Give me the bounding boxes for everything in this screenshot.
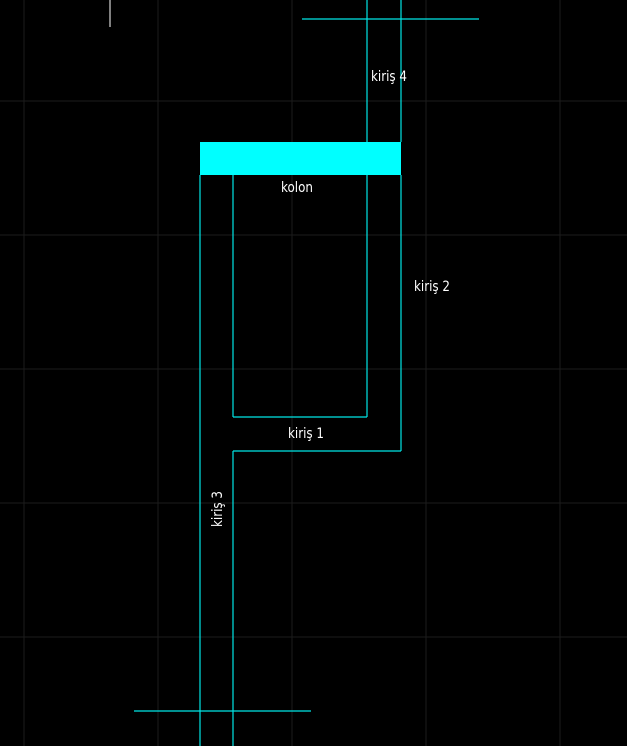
label-kiris-1: kiriş 1 bbox=[288, 426, 324, 442]
beam-outlines[interactable] bbox=[134, 0, 479, 746]
label-kolon: kolon bbox=[281, 180, 313, 196]
label-kiris-2: kiriş 2 bbox=[414, 279, 450, 295]
label-kiris-4: kiriş 4 bbox=[371, 69, 407, 85]
cad-drawing-canvas[interactable]: kiriş 4 kolon kiriş 2 kiriş 1 kiriş 3 bbox=[0, 0, 627, 746]
kolon-column-block[interactable] bbox=[200, 142, 401, 175]
label-kiris-3: kiriş 3 bbox=[210, 491, 226, 527]
background-grid bbox=[0, 0, 627, 746]
